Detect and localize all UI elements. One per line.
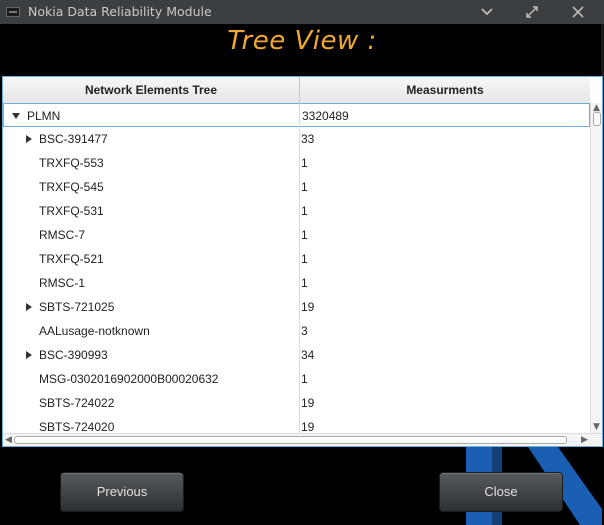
measurement-value: 1	[301, 252, 308, 266]
tree-row[interactable]: BSC-391477 33	[3, 127, 590, 151]
measurement-value: 3320489	[302, 109, 349, 123]
tree-row[interactable]: MSG-0302016902000B00020632 1	[3, 367, 590, 391]
tree-node-label: BSC-391477	[39, 132, 108, 146]
measurement-value: 19	[301, 396, 315, 410]
tree-node-label: TRXFQ-531	[39, 204, 104, 218]
column-header-measurments[interactable]: Measurments	[300, 77, 590, 103]
tree-row[interactable]: TRXFQ-531 1	[3, 199, 590, 223]
expand-icon	[526, 6, 538, 18]
title-bar: Nokia Data Reliability Module	[0, 0, 604, 24]
measurement-value: 33	[301, 132, 315, 146]
table-header: Network Elements Tree Measurments	[3, 77, 590, 104]
close-window-button[interactable]	[561, 0, 595, 24]
tree-node-label: RMSC-7	[39, 228, 86, 242]
measurement-value: 1	[301, 156, 308, 170]
tree-row[interactable]: TRXFQ-545 1	[3, 175, 590, 199]
maximize-button[interactable]	[515, 0, 549, 24]
tree-row[interactable]: SBTS-724022 19	[3, 391, 590, 415]
vertical-scrollbar[interactable]: ▲ ▼	[590, 103, 602, 433]
tree-node-label: TRXFQ-553	[39, 156, 104, 170]
tree-row[interactable]: AALusage-notknown 3	[3, 319, 590, 343]
scroll-left-icon[interactable]: ◀	[5, 436, 12, 445]
tree-node-label: PLMN	[27, 109, 61, 123]
scroll-down-icon[interactable]: ▼	[593, 423, 600, 432]
tree-node-label: MSG-0302016902000B00020632	[39, 372, 219, 386]
tree-node-label: TRXFQ-521	[39, 252, 104, 266]
measurement-value: 1	[301, 228, 308, 242]
vertical-scroll-thumb[interactable]	[593, 112, 601, 126]
tree-row[interactable]: RMSC-7 1	[3, 223, 590, 247]
measurement-value: 1	[301, 372, 308, 386]
close-button[interactable]: Close	[439, 472, 563, 512]
collapsed-arrow-icon[interactable]	[26, 135, 32, 143]
tree-rows: PLMN 3320489 BSC-391477 33 TRXFQ-553 1 TRXFQ-5…	[3, 103, 590, 433]
scroll-right-icon[interactable]: ▶	[581, 436, 588, 445]
tree-node-label: BSC-390993	[39, 348, 108, 362]
collapsed-arrow-icon[interactable]	[26, 351, 32, 359]
measurement-value: 1	[301, 276, 308, 290]
chevron-down-icon	[481, 8, 493, 16]
tree-row[interactable]: TRXFQ-521 1	[3, 247, 590, 271]
tree-node-label: TRXFQ-545	[39, 180, 104, 194]
previous-button[interactable]: Previous	[60, 472, 184, 512]
tree-row[interactable]: PLMN 3320489	[3, 103, 590, 127]
tree-row[interactable]: TRXFQ-553 1	[3, 151, 590, 175]
tree-node-label: SBTS-724020	[39, 420, 115, 433]
measurement-value: 19	[301, 420, 315, 433]
tree-node-label: SBTS-721025	[39, 300, 115, 314]
measurement-value: 34	[301, 348, 315, 362]
minimize-button[interactable]	[470, 0, 504, 24]
app-icon	[6, 7, 20, 17]
horizontal-scroll-thumb[interactable]	[14, 436, 567, 444]
page-title: Tree View :	[227, 26, 377, 56]
tree-row[interactable]: BSC-390993 34	[3, 343, 590, 367]
tree-row[interactable]: RMSC-1 1	[3, 271, 590, 295]
expanded-arrow-icon[interactable]	[12, 113, 20, 119]
tree-node-label: SBTS-724022	[39, 396, 115, 410]
tree-node-label: AALusage-notknown	[39, 324, 150, 338]
measurement-value: 3	[301, 324, 308, 338]
measurement-value: 19	[301, 300, 315, 314]
tree-node-label: RMSC-1	[39, 276, 86, 290]
horizontal-scrollbar[interactable]: ◀ ▶	[3, 433, 602, 446]
tree-row[interactable]: SBTS-724020 19	[3, 415, 590, 433]
measurement-value: 1	[301, 204, 308, 218]
tree-row[interactable]: SBTS-721025 19	[3, 295, 590, 319]
column-divider-line	[299, 103, 300, 433]
close-icon	[572, 6, 584, 18]
measurement-value: 1	[301, 180, 308, 194]
column-header-elements[interactable]: Network Elements Tree	[3, 77, 299, 103]
tree-table[interactable]: Network Elements Tree Measurments PLMN 33…	[2, 76, 603, 447]
window-title: Nokia Data Reliability Module	[28, 4, 212, 19]
collapsed-arrow-icon[interactable]	[26, 303, 32, 311]
